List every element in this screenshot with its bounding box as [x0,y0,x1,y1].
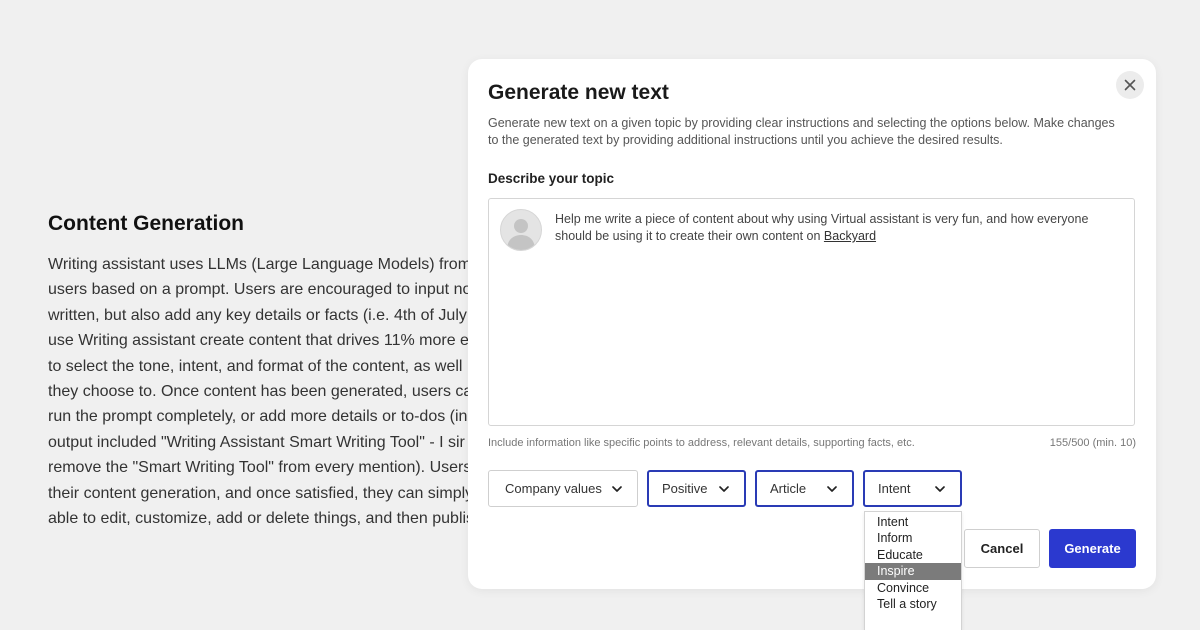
values-select-value: Company values [505,481,602,496]
chevron-down-icon [719,485,729,492]
intent-option-inspire[interactable]: Inspire [865,563,961,580]
article-line: able to edit, customize, add or delete t… [48,510,468,528]
topic-link[interactable]: Backyard [824,229,876,243]
article-line: they choose to. Once content has been ge… [48,383,468,401]
article: Content Generation Writing assistant use… [48,212,468,531]
generate-button[interactable]: Generate [1049,529,1136,568]
intent-option-educate[interactable]: Educate [865,547,961,563]
article-line: users based on a prompt. Users are encou… [48,281,468,299]
intent-option-inform[interactable]: Inform [865,530,961,546]
chevron-down-icon [612,485,622,492]
article-line: remove the "Smart Writing Tool" from eve… [48,459,468,477]
format-select-value: Article [770,481,807,496]
article-body: Writing assistant uses LLMs (Large Langu… [48,252,468,531]
article-title: Content Generation [48,212,245,235]
tone-select[interactable]: Positive [647,470,746,507]
format-select[interactable]: Article [755,470,854,507]
intent-select[interactable]: Intent [863,470,962,507]
intent-select-value: Intent [878,481,911,496]
intent-option-intent[interactable]: Intent [865,514,961,530]
dialog-title: Generate new text [488,81,669,104]
article-line: output included "Writing Assistant Smart… [48,433,465,451]
topic-label: Describe your topic [488,171,615,186]
article-line: their content generation, and once satis… [48,484,468,502]
article-line: written, but also add any key details or… [48,306,467,324]
close-button[interactable] [1116,71,1144,99]
article-line: run the prompt completely, or add more d… [48,408,468,426]
intent-option-tell-a-story[interactable]: Tell a story [865,596,961,612]
topic-text-body: Help me write a piece of content about w… [555,212,1089,243]
intent-option-convince[interactable]: Convince [865,580,961,596]
dialog-description: Generate new text on a given topic by pr… [488,116,1115,147]
topic-text: Help me write a piece of content about w… [555,211,1125,245]
chevron-down-icon [935,485,945,492]
avatar [500,209,542,251]
character-counter: 155/500 (min. 10) [1049,437,1136,449]
article-line: to select the tone, intent, and format o… [48,357,463,375]
article-line: use Writing assistant create content tha… [48,332,468,350]
article-line: Writing assistant uses LLMs (Large Langu… [48,256,468,273]
intent-dropdown-list: Intent Inform Educate Inspire Convince T… [864,511,962,630]
close-icon [1124,79,1136,91]
generate-text-dialog: Generate new text Generate new text on a… [468,59,1156,589]
user-avatar-icon [507,219,535,250]
values-select[interactable]: Company values [488,470,638,507]
tone-select-value: Positive [662,481,708,496]
chevron-down-icon [827,485,837,492]
cancel-button[interactable]: Cancel [964,529,1040,568]
topic-hint: Include information like specific points… [488,437,915,449]
topic-textarea[interactable]: Help me write a piece of content about w… [488,198,1135,426]
